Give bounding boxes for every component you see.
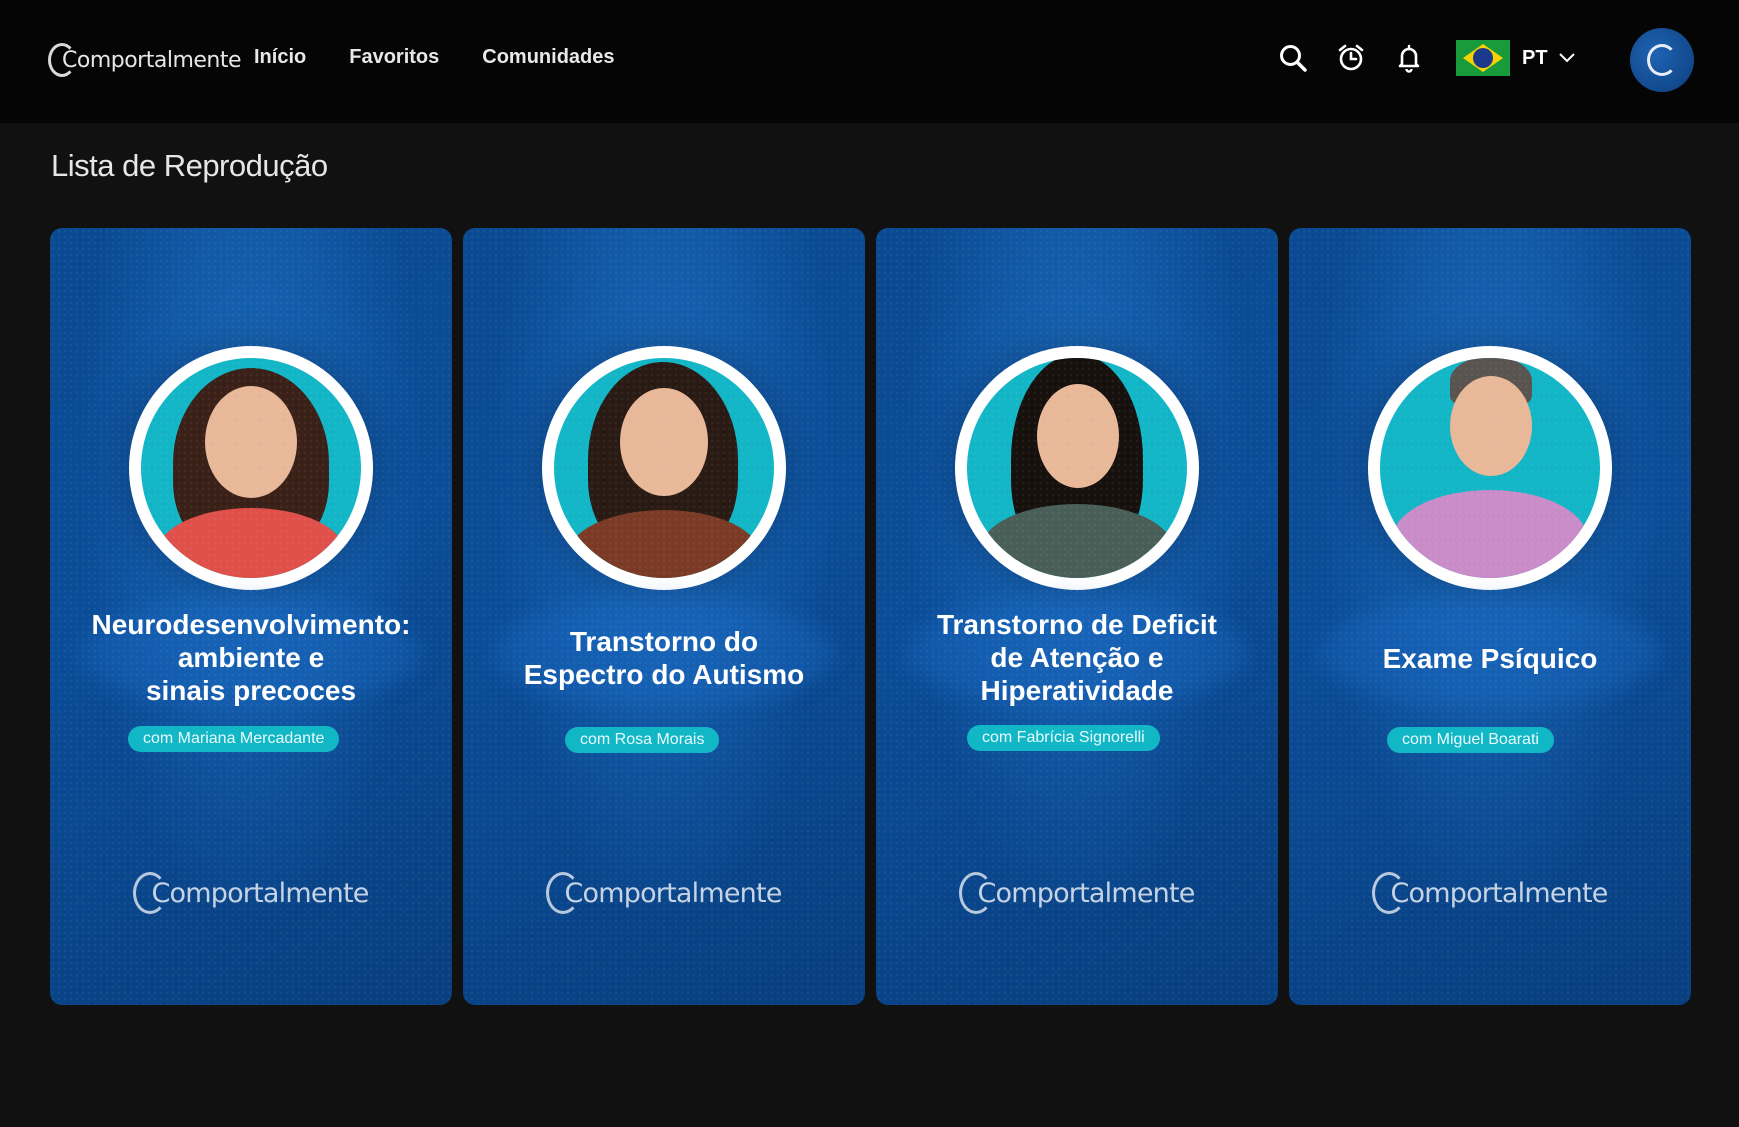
nav-inicio[interactable]: Início bbox=[254, 46, 306, 69]
presenter-badge: com Rosa Morais bbox=[565, 727, 720, 753]
playlist-card-neurodesenvolvimento[interactable]: Neurodesenvolvimento: ambiente e sinais … bbox=[50, 228, 452, 1005]
logo-wordmark: Comportalmente bbox=[62, 47, 242, 73]
comportalmente-logo[interactable]: Comportalmente bbox=[48, 40, 242, 80]
card-logo: Comportalmente bbox=[876, 872, 1278, 914]
language-selector[interactable]: PT bbox=[1522, 47, 1576, 70]
language-label: PT bbox=[1522, 46, 1548, 69]
page-title: Lista de Reprodução bbox=[51, 148, 328, 183]
playlist-card-exame-psiquico[interactable]: Exame Psíquico com Miguel Boarati Compor… bbox=[1289, 228, 1691, 1005]
flag-globe bbox=[1473, 48, 1493, 68]
top-navigation-bar: Comportalmente Início Favoritos Comunida… bbox=[0, 0, 1739, 123]
presenter-photo bbox=[129, 346, 373, 590]
card-title: Neurodesenvolvimento: ambiente e sinais … bbox=[91, 609, 411, 706]
presenter-photo bbox=[955, 346, 1199, 590]
playlist-card-autismo[interactable]: Transtorno do Espectro do Autismo com Ro… bbox=[463, 228, 865, 1005]
header-actions: PT bbox=[1276, 40, 1576, 76]
brazil-flag-icon[interactable] bbox=[1456, 40, 1510, 76]
nav-comunidades[interactable]: Comunidades bbox=[482, 46, 614, 69]
alarm-clock-icon[interactable] bbox=[1334, 41, 1368, 75]
nav-favoritos[interactable]: Favoritos bbox=[349, 46, 439, 69]
card-logo: Comportalmente bbox=[463, 872, 865, 914]
card-logo: Comportalmente bbox=[1289, 872, 1691, 914]
avatar-c-mark-icon bbox=[1647, 44, 1677, 76]
presenter-photo bbox=[542, 346, 786, 590]
card-title: Exame Psíquico bbox=[1382, 643, 1598, 674]
user-avatar[interactable] bbox=[1630, 28, 1694, 92]
card-logo: Comportalmente bbox=[50, 872, 452, 914]
main-nav: Início Favoritos Comunidades bbox=[254, 46, 615, 69]
presenter-photo bbox=[1368, 346, 1612, 590]
chevron-down-icon bbox=[1558, 53, 1575, 63]
presenter-badge: com Fabrícia Signorelli bbox=[967, 725, 1160, 751]
card-title: Transtorno de Deficit de Atenção e Hiper… bbox=[936, 609, 1218, 706]
search-icon[interactable] bbox=[1276, 41, 1310, 75]
bell-icon[interactable] bbox=[1392, 41, 1426, 75]
presenter-badge: com Miguel Boarati bbox=[1387, 727, 1554, 753]
card-title: Transtorno do Espectro do Autismo bbox=[523, 626, 805, 690]
playlist-card-tdah[interactable]: Transtorno de Deficit de Atenção e Hiper… bbox=[876, 228, 1278, 1005]
presenter-badge: com Mariana Mercadante bbox=[128, 726, 340, 752]
playlist-cards: Neurodesenvolvimento: ambiente e sinais … bbox=[50, 228, 1691, 1005]
